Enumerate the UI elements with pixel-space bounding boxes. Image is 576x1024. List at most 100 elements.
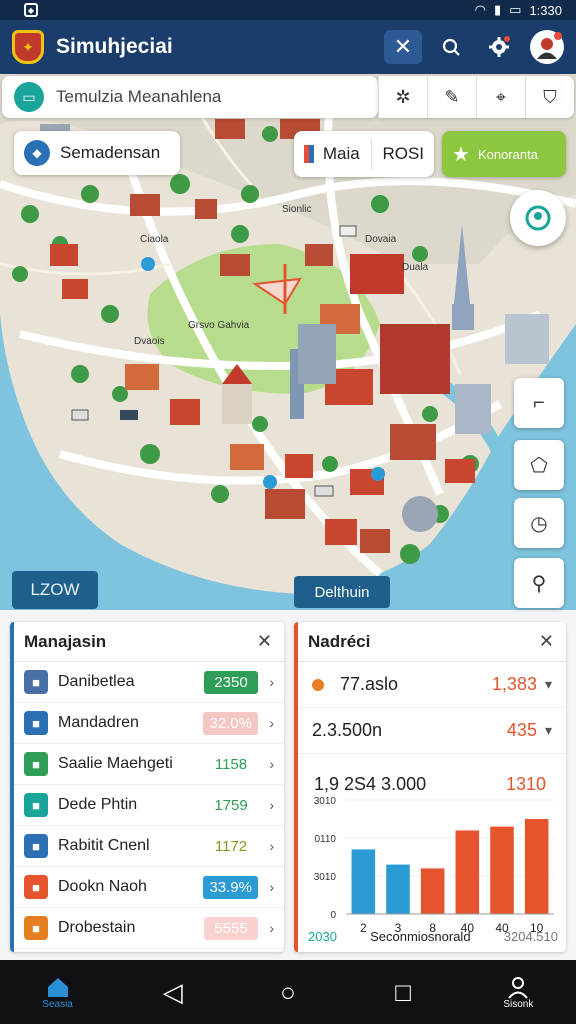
stat-row[interactable]: 2.3.500n 435 ▾ — [298, 708, 566, 754]
chevron-right-icon[interactable]: › — [258, 674, 274, 690]
nav-home[interactable]: Seasia — [23, 962, 93, 1022]
chart-footer-right: 3204.510 — [503, 929, 558, 944]
stat-label: 77.aslo — [340, 674, 399, 694]
nav-home-label: Seasia — [42, 998, 73, 1010]
layer-toggle-chip[interactable]: Maia ROSI — [294, 131, 434, 177]
search-button[interactable] — [432, 30, 470, 64]
close-icon[interactable]: ✕ — [539, 631, 554, 652]
expand-button[interactable]: ⌐ — [514, 378, 564, 428]
pen-icon: ✎ — [444, 86, 460, 107]
settings-button[interactable] — [480, 30, 518, 64]
map-label: Dvaois — [134, 336, 165, 347]
close-icon[interactable]: ✕ — [257, 631, 272, 652]
shield-icon: ⛉ — [543, 86, 557, 107]
nav-home-circle[interactable]: ○ — [253, 962, 323, 1022]
settings-tool-button[interactable]: ✲ — [378, 76, 427, 118]
chart-bar[interactable] — [490, 826, 514, 914]
clipboard-icon: ■ — [24, 711, 48, 735]
list-item[interactable]: ■ Saalie Maehgeti 1158 › — [14, 744, 284, 785]
chart-bar[interactable] — [455, 830, 480, 914]
right-panel-title: Nadréci — [308, 631, 371, 651]
search-bar[interactable]: ▭ Temulzia Meanahlena — [2, 76, 378, 118]
right-panel-header: Nadréci ✕ — [298, 622, 566, 662]
chevron-down-icon[interactable]: ▾ — [545, 722, 552, 739]
coin-icon: ■ — [24, 916, 48, 940]
list-item[interactable]: ■ Mandadren 32.0% › — [14, 703, 284, 744]
map-icon: ⬠ — [530, 454, 548, 477]
list-item[interactable]: ■ Dede Phtin 1759 › — [14, 785, 284, 826]
location-chip-label: Semadensan — [60, 143, 161, 162]
chart-bar[interactable] — [524, 819, 549, 914]
zoom-label[interactable]: LZOW — [12, 571, 98, 609]
chevron-down-icon[interactable]: ▾ — [545, 676, 552, 693]
list-item[interactable]: ■ Dookn Naoh 33.9% › — [14, 867, 284, 908]
list-item-value: 32.0% — [203, 711, 258, 735]
location-chip[interactable]: ◆ Semadensan — [14, 131, 180, 175]
chevron-right-icon[interactable]: › — [258, 715, 274, 731]
chart-footer-mid: Seconmiosnorald — [370, 929, 471, 944]
stat-value: 435 — [506, 720, 537, 740]
stat-value: 1,383 — [491, 674, 537, 694]
list-item-label: Saalie Maehgeti — [58, 755, 173, 772]
clock-icon: ◷ — [530, 512, 548, 535]
left-panel-header: Manajasin ✕ — [14, 622, 284, 662]
chevron-right-icon[interactable]: › — [258, 838, 274, 854]
favorite-chip[interactable]: ★ Konoranta — [442, 131, 566, 177]
chip-divider — [370, 138, 372, 170]
app-title: Simuhjeciai — [56, 35, 173, 58]
layer-right-label[interactable]: ROSI — [382, 144, 424, 164]
list-item[interactable]: ■ Danibetlea 2350 › — [14, 662, 284, 703]
map-label: Dovaia — [365, 234, 397, 245]
list-item-value: 1158 — [214, 755, 248, 773]
tools-button[interactable]: ⚲ — [514, 558, 564, 608]
gear-icon — [489, 36, 510, 57]
wifi-icon: ◠ — [474, 2, 486, 17]
nav-profile[interactable]: Sisonk — [483, 962, 553, 1022]
chart-bar[interactable] — [386, 864, 410, 914]
list-item[interactable]: ■ Drobestain 5555 › — [14, 908, 284, 949]
history-button[interactable]: ◷ — [514, 498, 564, 548]
list-item[interactable]: ■ Rabitit Cnenl 1172 › — [14, 826, 284, 867]
circle-home-icon: ○ — [280, 977, 296, 1007]
lock-icon: ◆ — [24, 3, 38, 17]
map-caption[interactable]: Delthuin — [294, 576, 390, 608]
list-item-value: 2350 — [204, 670, 258, 694]
location-pin-icon — [525, 205, 551, 231]
chart-bar[interactable] — [420, 868, 445, 914]
pencil-icon: ■ — [24, 793, 48, 817]
stat-row[interactable]: 77.aslo 1,383 ▾ — [298, 662, 566, 708]
chevron-right-icon[interactable]: › — [258, 756, 274, 772]
star-icon: ★ — [452, 143, 470, 166]
list-item-label: Dede Phtin — [58, 796, 138, 813]
status-right: ◠ ▮ ▭ 1:330 — [475, 2, 562, 18]
list-item-label: Dookn Naoh — [58, 878, 147, 895]
nav-profile-label: Sisonk — [503, 998, 534, 1010]
location-pin-icon: ◆ — [24, 140, 50, 166]
y-tick-label: 3010 — [314, 872, 337, 883]
chart-max-label: 1310 — [505, 774, 546, 794]
layers-tool-button[interactable]: ⛉ — [525, 76, 574, 118]
map-style-button[interactable]: ⬠ — [514, 440, 564, 490]
draw-tool-button[interactable]: ✎ — [427, 76, 476, 118]
close-button[interactable]: ✕ — [384, 30, 422, 64]
nav-recents[interactable]: □ — [368, 962, 438, 1022]
status-bar: ◆ ◠ ▮ ▭ 1:330 — [0, 0, 576, 20]
chevron-right-icon[interactable]: › — [258, 879, 274, 895]
measure-tool-button[interactable]: ⌖ — [476, 76, 525, 118]
stat-label: 2.3.500n — [312, 720, 383, 740]
chart-icon: ■ — [24, 875, 48, 899]
favorite-chip-label: Konoranta — [477, 146, 538, 162]
avatar[interactable] — [530, 30, 564, 64]
chevron-right-icon[interactable]: › — [258, 920, 274, 936]
layer-left-label[interactable]: Maia — [323, 144, 360, 164]
map-label: Ciaola — [140, 234, 169, 245]
my-location-button[interactable] — [510, 190, 566, 246]
left-panel-list: ■ Danibetlea 2350 › ■ Mandadren 32.0% › ■ Saalie … — [14, 662, 284, 949]
list-item-value: 33.9% — [203, 875, 258, 899]
message-icon: ▭ — [14, 82, 44, 112]
list-item-value: 1172 — [214, 837, 248, 855]
chevron-right-icon[interactable]: › — [258, 797, 274, 813]
nav-back[interactable]: ◁ — [138, 962, 208, 1022]
chart-bar[interactable] — [351, 849, 376, 914]
wrench-icon: ⚲ — [531, 572, 547, 595]
